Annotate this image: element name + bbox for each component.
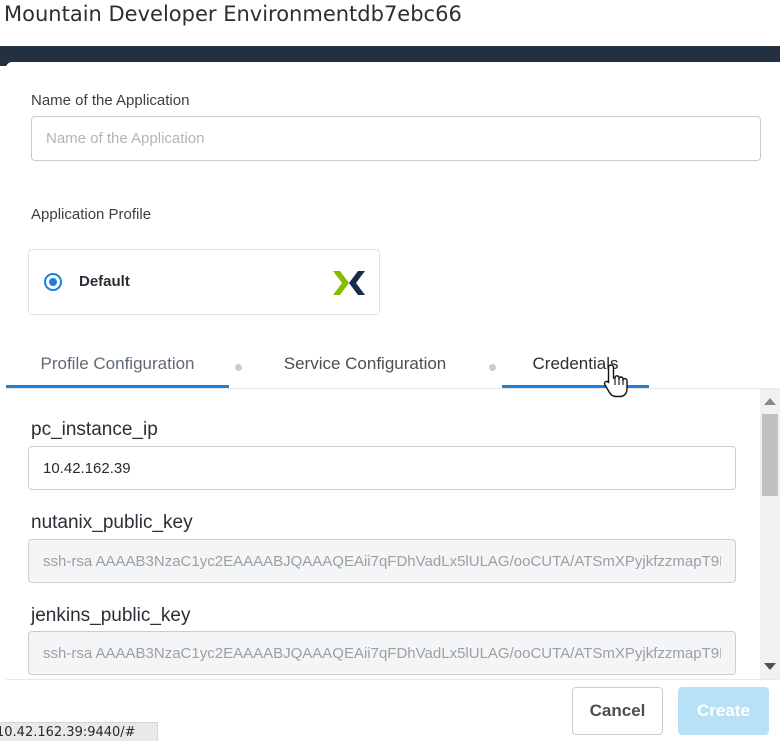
tab-separator-dot [489, 364, 496, 371]
profile-radio-selected[interactable] [44, 273, 62, 291]
nutanix-public-key-label: nutanix_public_key [31, 512, 193, 533]
credentials-panel[interactable]: pc_instance_ip nutanix_public_key jenkin… [6, 389, 780, 679]
tab-profile-configuration[interactable]: Profile Configuration [6, 342, 229, 388]
nutanix-public-key-input[interactable] [28, 539, 736, 583]
footer-divider [6, 679, 780, 680]
vertical-scrollbar[interactable] [760, 389, 780, 679]
hand-pointer-icon [603, 364, 628, 398]
status-bar-url: 10.42.162.39:9440/# [0, 722, 158, 741]
app-name-label: Name of the Application [31, 92, 190, 109]
jenkins-public-key-label: jenkins_public_key [31, 605, 191, 626]
nutanix-logo-icon [333, 271, 365, 295]
scroll-down-arrow-icon[interactable] [764, 663, 776, 670]
tab-profile-configuration-label: Profile Configuration [40, 354, 195, 373]
profile-option-label: Default [79, 273, 130, 290]
jenkins-public-key-input[interactable] [28, 631, 736, 675]
tab-separator-dot [235, 364, 242, 371]
page-title: Mountain Developer Environmentdb7ebc66 [4, 2, 462, 26]
create-button[interactable]: Create [678, 687, 769, 735]
profile-option-default[interactable]: Default [28, 249, 380, 315]
title-bar: Mountain Developer Environmentdb7ebc66 [0, 0, 780, 46]
cancel-button[interactable]: Cancel [572, 687, 663, 735]
scroll-up-arrow-icon[interactable] [764, 398, 776, 405]
create-application-modal: Name of the Application Application Prof… [6, 62, 780, 741]
tab-service-configuration-label: Service Configuration [283, 354, 447, 373]
tab-service-configuration[interactable]: Service Configuration [258, 342, 472, 388]
scrollbar-thumb[interactable] [762, 414, 778, 496]
application-profile-label: Application Profile [31, 206, 152, 223]
app-name-input[interactable] [31, 116, 761, 161]
pc-instance-ip-input[interactable] [28, 446, 736, 490]
pc-instance-ip-label: pc_instance_ip [31, 419, 158, 440]
